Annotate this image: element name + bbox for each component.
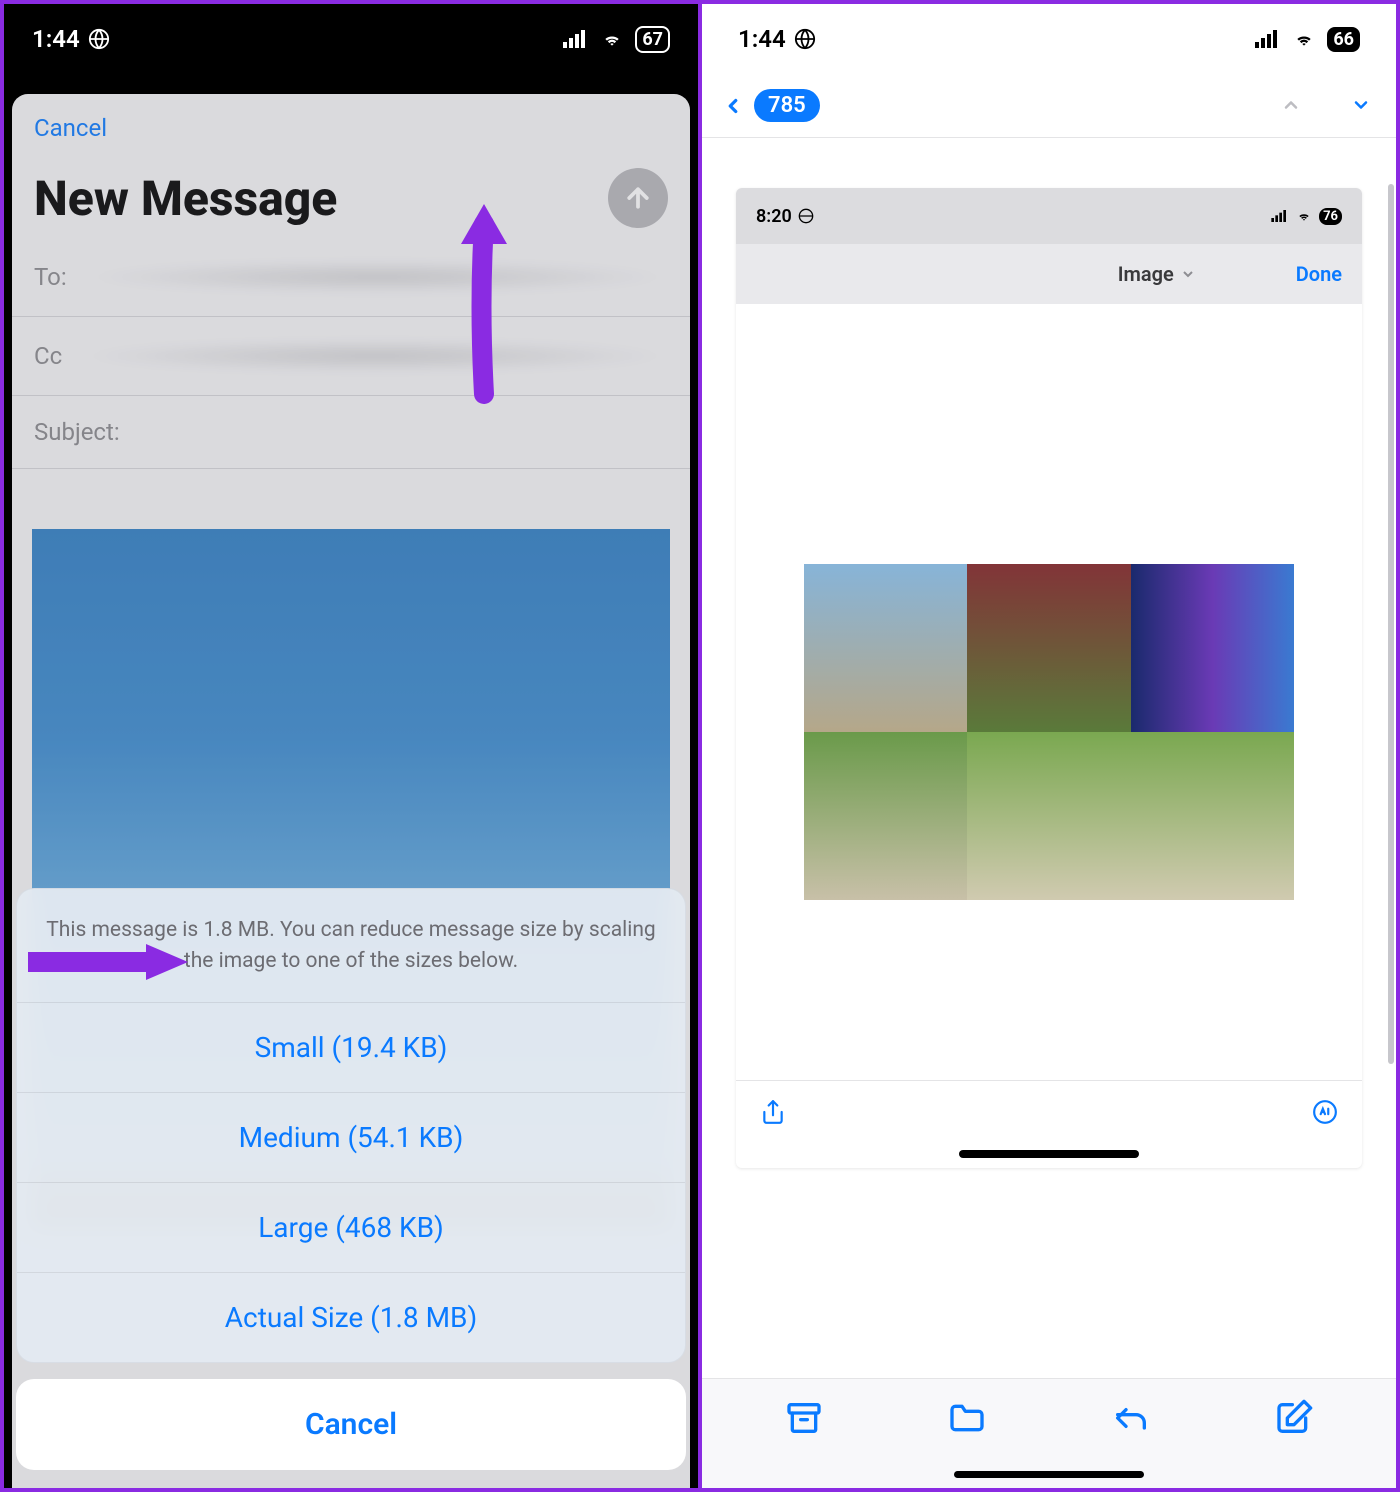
arrow-up-icon <box>623 183 653 213</box>
battery-indicator: 66 <box>1327 27 1360 52</box>
cellular-icon <box>1271 210 1289 222</box>
embedded-screenshot: 8:20 76 Image Done <box>736 188 1362 1168</box>
chevron-up-icon <box>1276 95 1306 115</box>
chevron-down-icon <box>1346 95 1376 115</box>
compose-cancel-button[interactable]: Cancel <box>34 114 668 142</box>
globe-icon <box>798 208 814 224</box>
chevron-down-icon <box>1180 266 1196 282</box>
cc-field[interactable]: Cc <box>12 317 690 396</box>
size-option-medium[interactable]: Medium (54.1 KB) <box>17 1093 685 1183</box>
inner-home-indicator <box>959 1150 1139 1158</box>
right-screenshot: 1:44 66 785 <box>702 4 1396 1488</box>
size-action-sheet: This message is 1.8 MB. You can reduce m… <box>16 888 686 1470</box>
reply-button[interactable] <box>1111 1398 1151 1442</box>
sheet-cancel-button[interactable]: Cancel <box>16 1379 686 1470</box>
globe-icon <box>794 28 816 50</box>
nav-bar: 785 <box>702 74 1396 138</box>
status-bar: 1:44 66 <box>702 4 1396 74</box>
share-icon[interactable] <box>760 1097 786 1134</box>
wifi-icon <box>1291 29 1317 49</box>
wifi-icon <box>599 29 625 49</box>
subject-label: Subject: <box>34 418 120 446</box>
folder-icon <box>947 1398 987 1438</box>
archive-icon <box>784 1398 824 1438</box>
inbox-count-badge: 785 <box>754 89 820 122</box>
battery-indicator: 67 <box>635 26 670 53</box>
to-value-redacted <box>87 260 668 294</box>
size-option-small[interactable]: Small (19.4 KB) <box>17 1003 685 1093</box>
compose-button[interactable] <box>1274 1398 1314 1442</box>
left-screenshot: 1:44 67 Cancel New Message To: <box>4 4 702 1488</box>
inner-toolbar <box>736 1080 1362 1150</box>
cellular-icon <box>1255 30 1281 48</box>
wifi-icon <box>1295 209 1313 223</box>
cellular-icon <box>563 30 589 48</box>
inner-status-bar: 8:20 76 <box>736 188 1362 244</box>
back-button[interactable]: 785 <box>722 89 820 122</box>
cc-value-redacted <box>82 339 668 373</box>
status-bar: 1:44 67 <box>4 4 698 74</box>
size-option-large[interactable]: Large (468 KB) <box>17 1183 685 1273</box>
to-field[interactable]: To: <box>12 238 690 317</box>
subject-field[interactable]: Subject: <box>12 396 690 469</box>
reply-icon <box>1111 1398 1151 1438</box>
chevron-left-icon <box>722 91 744 121</box>
move-button[interactable] <box>947 1398 987 1442</box>
next-message-button[interactable] <box>1346 89 1376 122</box>
compose-title: New Message <box>34 170 337 227</box>
send-button[interactable] <box>608 168 668 228</box>
globe-icon <box>88 28 110 50</box>
status-time: 1:44 <box>32 25 80 53</box>
image-collage <box>804 564 1294 900</box>
scroll-indicator <box>1388 184 1394 1064</box>
status-time: 1:44 <box>738 25 786 53</box>
inner-battery: 76 <box>1319 208 1342 225</box>
prev-message-button[interactable] <box>1276 89 1306 122</box>
size-option-actual[interactable]: Actual Size (1.8 MB) <box>17 1273 685 1362</box>
inner-done-button[interactable]: Done <box>1296 262 1342 286</box>
cc-label: Cc <box>34 342 62 370</box>
inner-title: Image <box>1118 262 1174 286</box>
inner-nav-bar: Image Done <box>736 244 1362 304</box>
to-label: To: <box>34 263 67 291</box>
compose-icon <box>1274 1398 1314 1438</box>
mail-content[interactable]: 8:20 76 Image Done <box>702 138 1396 1168</box>
markup-icon[interactable] <box>1312 1099 1338 1132</box>
home-indicator <box>954 1471 1144 1478</box>
archive-button[interactable] <box>784 1398 824 1442</box>
sheet-message: This message is 1.8 MB. You can reduce m… <box>17 889 685 1003</box>
inner-time: 8:20 <box>756 206 792 227</box>
